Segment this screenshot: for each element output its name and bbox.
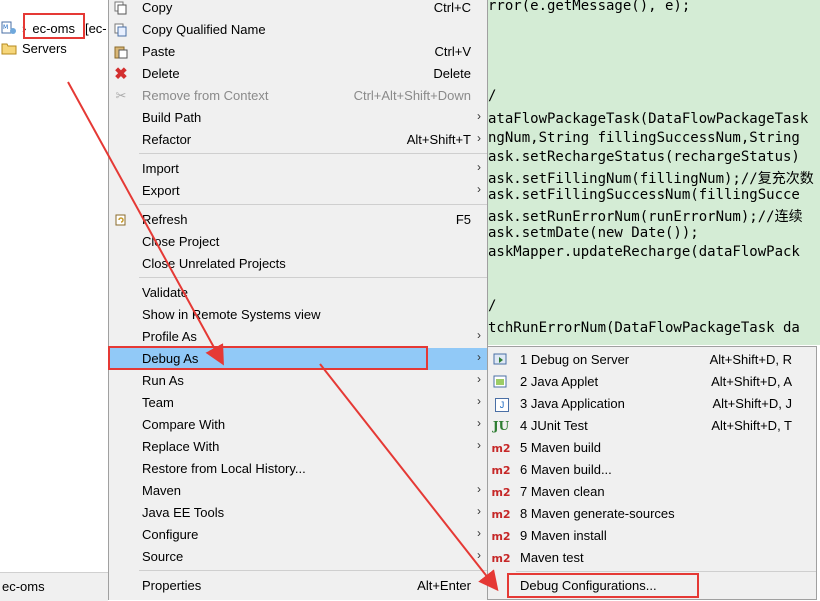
code-line: askMapper.updateRecharge(dataFlowPack <box>488 244 800 260</box>
code-line: tchRunErrorNum(DataFlowPackageTask da <box>488 320 800 336</box>
debug-as-submenu: 1 Debug on Server Alt+Shift+D, R 2 Java … <box>487 346 817 600</box>
menu-item-show-in-remote-systems[interactable]: Show in Remote Systems view <box>109 304 487 326</box>
menu-separator <box>139 204 487 205</box>
submenu-item-maven-build-dots[interactable]: m2 6 Maven build... <box>488 459 816 481</box>
code-line: ask.setRunErrorNum(runErrorNum);//连续 <box>488 209 803 225</box>
code-line: / <box>488 88 497 104</box>
remove-context-icon: ✂ <box>115 88 127 103</box>
submenu-item-java-applet[interactable]: 2 Java Applet Alt+Shift+D, A <box>488 371 816 393</box>
menu-item-refactor[interactable]: Refactor Alt+Shift+T › <box>109 129 487 151</box>
annotation-box-debug-configurations <box>507 573 699 598</box>
menu-item-configure[interactable]: Configure › <box>109 524 487 546</box>
copy-icon <box>113 0 129 16</box>
menu-item-compare-with[interactable]: Compare With › <box>109 414 487 436</box>
menu-item-source[interactable]: Source › <box>109 546 487 568</box>
debug-server-icon <box>492 352 510 368</box>
submenu-arrow-icon: › <box>477 548 481 562</box>
menu-item-paste[interactable]: Paste Ctrl+V <box>109 41 487 63</box>
code-line: ask.setFillingNum(fillingNum);//复充次数 <box>488 171 814 187</box>
submenu-arrow-icon: › <box>477 182 481 196</box>
submenu-arrow-icon: › <box>477 328 481 342</box>
code-line: ask.setmDate(new Date()); <box>488 225 699 241</box>
submenu-item-maven-generate-sources[interactable]: m2 8 Maven generate-sources <box>488 503 816 525</box>
code-line: ngNum,String fillingSuccessNum,String <box>488 130 800 146</box>
menu-item-maven[interactable]: Maven › <box>109 480 487 502</box>
menu-separator <box>139 277 487 278</box>
submenu-item-maven-install[interactable]: m2 9 Maven install <box>488 525 816 547</box>
submenu-arrow-icon: › <box>477 416 481 430</box>
submenu-arrow-icon: › <box>477 350 481 364</box>
menu-item-properties[interactable]: Properties Alt+Enter <box>109 575 487 597</box>
code-line: rror(e.getMessage(), e); <box>488 0 691 14</box>
paste-icon <box>113 44 129 60</box>
menu-item-validate[interactable]: Validate <box>109 282 487 304</box>
servers-label: Servers <box>22 40 67 56</box>
maven-icon: m2 <box>491 551 511 565</box>
maven-icon: m2 <box>491 463 511 477</box>
code-line: ask.setRechargeStatus(rechargeStatus) <box>488 149 800 165</box>
submenu-item-java-application[interactable]: J 3 Java Application Alt+Shift+D, J <box>488 393 816 415</box>
submenu-arrow-icon: › <box>477 109 481 123</box>
annotation-box-debug-as <box>108 346 428 370</box>
menu-item-refresh[interactable]: Refresh F5 <box>109 209 487 231</box>
project-explorer: M › ec-oms [ec- Servers ec-oms <box>0 0 108 601</box>
submenu-item-maven-test[interactable]: m2 Maven test <box>488 547 816 569</box>
code-line: ataFlowPackageTask(DataFlowPackageTask <box>488 111 809 127</box>
web-project-icon: M <box>0 19 18 37</box>
tree-item-servers[interactable]: Servers <box>0 37 67 59</box>
refresh-icon <box>113 212 129 228</box>
submenu-arrow-icon: › <box>477 131 481 145</box>
menu-item-copy-qualified-name[interactable]: Copy Qualified Name <box>109 19 487 41</box>
menu-item-java-ee-tools[interactable]: Java EE Tools › <box>109 502 487 524</box>
java-applet-icon <box>492 374 510 390</box>
menu-item-export[interactable]: Export › <box>109 180 487 202</box>
submenu-item-junit-test[interactable]: JU 4 JUnit Test Alt+Shift+D, T <box>488 415 816 437</box>
java-application-icon: J <box>495 398 509 412</box>
submenu-arrow-icon: › <box>477 438 481 452</box>
junit-icon: JU <box>492 419 510 433</box>
submenu-arrow-icon: › <box>477 526 481 540</box>
folder-icon <box>0 39 18 57</box>
submenu-item-maven-build[interactable]: m2 5 Maven build <box>488 437 816 459</box>
submenu-arrow-icon: › <box>477 504 481 518</box>
code-line: / <box>488 298 497 314</box>
menu-item-remove-from-context[interactable]: ✂ Remove from Context Ctrl+Alt+Shift+Dow… <box>109 85 487 107</box>
submenu-arrow-icon: › <box>477 372 481 386</box>
submenu-arrow-icon: › <box>477 394 481 408</box>
menu-item-replace-with[interactable]: Replace With › <box>109 436 487 458</box>
menu-item-close-project[interactable]: Close Project <box>109 231 487 253</box>
menu-separator <box>139 153 487 154</box>
project-suffix: [ec- <box>84 20 107 36</box>
menu-item-delete[interactable]: ✖ Delete Delete <box>109 63 487 85</box>
menu-item-restore-local-history[interactable]: Restore from Local History... <box>109 458 487 480</box>
menu-item-team[interactable]: Team › <box>109 392 487 414</box>
menu-item-profile-as[interactable]: Profile As › <box>109 326 487 348</box>
menu-item-build-path[interactable]: Build Path › <box>109 107 487 129</box>
submenu-item-maven-clean[interactable]: m2 7 Maven clean <box>488 481 816 503</box>
status-bar: ec-oms <box>0 572 108 601</box>
annotation-box-project <box>23 13 85 39</box>
menu-item-import[interactable]: Import › <box>109 158 487 180</box>
maven-icon: m2 <box>491 507 511 521</box>
menu-item-run-as[interactable]: Run As › <box>109 370 487 392</box>
submenu-item-debug-on-server[interactable]: 1 Debug on Server Alt+Shift+D, R <box>488 349 816 371</box>
delete-icon: ✖ <box>114 66 128 83</box>
submenu-arrow-icon: › <box>477 160 481 174</box>
copy-qualified-icon <box>113 22 129 38</box>
maven-icon: m2 <box>491 529 511 543</box>
menu-item-close-unrelated-projects[interactable]: Close Unrelated Projects <box>109 253 487 275</box>
status-text: ec-oms <box>2 579 45 594</box>
context-menu: Copy Ctrl+C Copy Qualified Name Paste Ct… <box>108 0 488 600</box>
code-line: ask.setFillingSuccessNum(fillingSucce <box>488 187 800 203</box>
maven-icon: m2 <box>491 485 511 499</box>
menu-item-copy[interactable]: Copy Ctrl+C <box>109 0 487 19</box>
maven-icon: m2 <box>491 441 511 455</box>
code-editor[interactable]: rror(e.getMessage(), e); / ataFlowPackag… <box>488 0 820 345</box>
svg-text:M: M <box>3 24 8 31</box>
menu-separator <box>139 570 487 571</box>
submenu-arrow-icon: › <box>477 482 481 496</box>
menu-separator <box>516 571 816 572</box>
